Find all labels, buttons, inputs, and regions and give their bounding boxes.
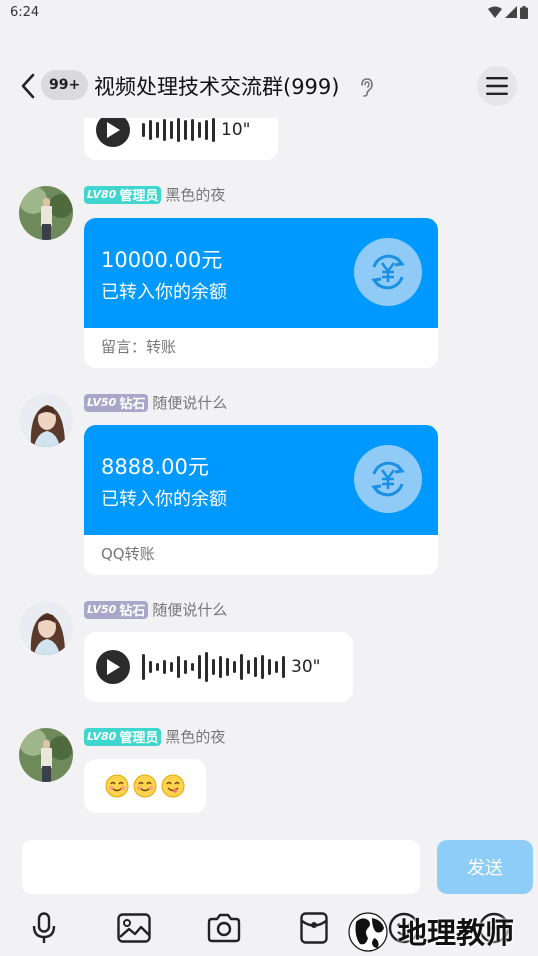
smile-emoji-icon	[133, 774, 157, 798]
transfer-amount: 10000.00元	[101, 248, 223, 272]
transfer-card[interactable]: 10000.00元 已转入你的余额 留言：转账	[84, 218, 438, 368]
avatar-image	[19, 393, 73, 447]
battery-icon	[520, 5, 528, 19]
camera-icon[interactable]	[206, 910, 242, 946]
back-arrow-icon[interactable]	[18, 72, 38, 100]
menu-button[interactable]	[477, 66, 517, 106]
avatar[interactable]	[19, 601, 73, 655]
emoji-message[interactable]	[84, 759, 206, 813]
avatar[interactable]	[19, 186, 73, 240]
sender-name: 黑色的夜	[165, 728, 226, 746]
sender-info: LV50 钻石 随便说什么	[84, 392, 227, 413]
play-button[interactable]	[96, 650, 130, 684]
avatar-image	[19, 186, 73, 240]
transfer-status: 已转入你的余额	[101, 282, 227, 303]
level-badge: LV50 钻石	[84, 393, 149, 412]
sender-info: LV80 管理员 黑色的夜	[84, 726, 225, 747]
sender-info: LV80 管理员 黑色的夜	[84, 184, 225, 205]
play-button[interactable]	[96, 118, 130, 147]
sender-name: 随便说什么	[152, 394, 228, 412]
voice-waveform	[142, 650, 285, 684]
avatar-image	[19, 728, 73, 782]
voice-waveform	[142, 118, 215, 147]
transfer-card[interactable]: 8888.00元 已转入你的余额 QQ转账	[84, 425, 438, 575]
status-time: 6:24	[10, 4, 40, 20]
earpiece-icon[interactable]	[357, 77, 375, 97]
voice-message[interactable]: 30"	[84, 632, 353, 702]
sender-name: 随便说什么	[152, 601, 228, 619]
transfer-status: 已转入你的余额	[101, 489, 227, 510]
message-input[interactable]	[22, 840, 420, 894]
image-icon[interactable]	[116, 910, 152, 946]
play-icon	[107, 659, 120, 675]
send-button[interactable]: 发送	[437, 840, 533, 894]
microphone-icon[interactable]	[26, 910, 62, 946]
level-badge: LV50 钻石	[84, 600, 149, 619]
watermark: 地理教师	[338, 906, 538, 956]
yum-emoji-icon	[161, 774, 185, 798]
watermark-text: 地理教师	[398, 916, 515, 950]
hamburger-menu-icon	[486, 77, 508, 95]
red-packet-icon[interactable]	[296, 910, 332, 946]
status-bar: 6:24	[0, 0, 538, 24]
group-title[interactable]: 视频处理技术交流群(999)	[94, 71, 339, 101]
avatar-image	[19, 601, 73, 655]
unread-badge[interactable]: 99+	[41, 70, 89, 100]
transfer-yuan-icon	[354, 445, 422, 513]
level-badge: LV80 管理员	[84, 727, 162, 746]
transfer-note: QQ转账	[101, 545, 155, 563]
transfer-yuan-icon	[354, 238, 422, 306]
transfer-amount: 8888.00元	[101, 455, 209, 479]
globe-logo-icon	[348, 912, 388, 952]
transfer-note: 留言：转账	[101, 338, 177, 356]
voice-duration: 10"	[221, 120, 251, 140]
play-icon	[107, 122, 120, 138]
message-list[interactable]: 10" LV80 管理员 黑色的夜 10000.00元 已转入你的余额 留言：转账…	[0, 118, 538, 832]
sender-info: LV50 钻石 随便说什么	[84, 599, 227, 620]
voice-duration: 30"	[291, 657, 321, 677]
sender-name: 黑色的夜	[165, 186, 226, 204]
signal-icon	[505, 6, 517, 18]
chat-header: 99+ 视频处理技术交流群(999)	[0, 58, 538, 114]
status-icons	[488, 5, 528, 19]
level-badge: LV80 管理员	[84, 185, 162, 204]
avatar[interactable]	[19, 393, 73, 447]
smile-emoji-icon	[105, 774, 129, 798]
voice-message[interactable]: 10"	[84, 118, 278, 160]
wifi-icon	[488, 6, 502, 18]
avatar[interactable]	[19, 728, 73, 782]
